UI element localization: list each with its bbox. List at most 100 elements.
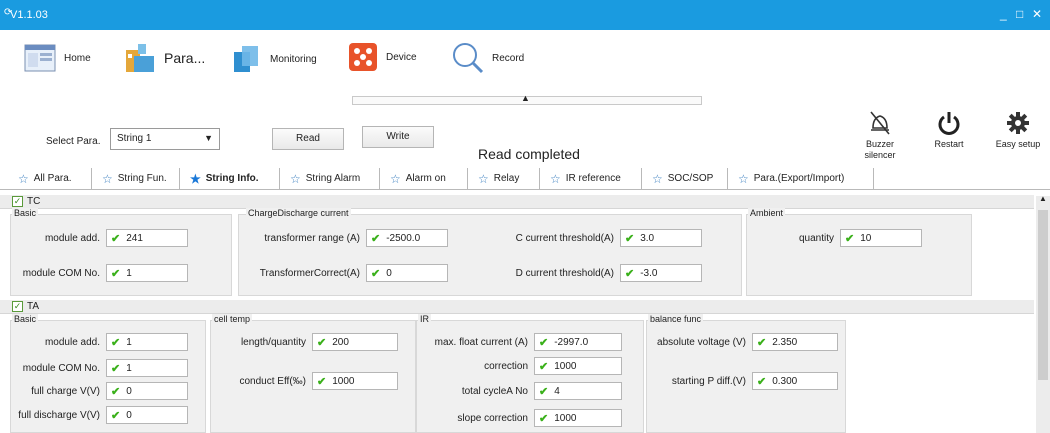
ta-starting-p-field[interactable]: ✔ 0.300	[752, 372, 838, 390]
field-label: slope correction	[457, 412, 528, 424]
tab-ir-reference[interactable]: ☆ IR reference	[540, 168, 642, 190]
ta-cell-temp-title: cell temp	[212, 314, 253, 324]
nav-monitoring-label: Monitoring	[270, 53, 317, 65]
ta-slope-field[interactable]: ✔ 1000	[534, 409, 622, 427]
tc-checkbox[interactable]: ✓	[12, 196, 23, 207]
check-icon: ✔	[317, 336, 327, 349]
tc-c-threshold-field[interactable]: ✔ 3.0	[620, 229, 702, 247]
bell-off-icon	[870, 111, 890, 135]
tab-soc-sop[interactable]: ☆ SOC/SOP	[642, 168, 728, 190]
tab-relay[interactable]: ☆ Relay	[468, 168, 540, 190]
tc-section-header[interactable]: ✓ TC	[0, 195, 1034, 209]
check-icon: ✔	[111, 409, 121, 422]
magnifier-icon	[453, 43, 484, 74]
tab-para-export-import[interactable]: ☆ Para.(Export/Import)	[728, 168, 874, 190]
ta-abs-voltage-field[interactable]: ✔ 2.350	[752, 333, 838, 351]
power-icon	[938, 112, 960, 135]
collapse-arrow-icon: ▲	[521, 93, 530, 103]
minimize-icon[interactable]: _	[1000, 7, 1007, 21]
tc-ambient-panel	[746, 214, 972, 296]
tc-transformer-correct-field[interactable]: ✔ 0	[366, 264, 448, 282]
ta-length-field[interactable]: ✔ 200	[312, 333, 398, 351]
scrollbar-thumb[interactable]	[1038, 210, 1048, 380]
close-icon[interactable]: ✕	[1032, 7, 1042, 21]
tc-basic-title: Basic	[12, 208, 39, 218]
tc-basic-panel	[10, 214, 232, 296]
ta-total-cycle-field[interactable]: ✔ 4	[534, 382, 622, 400]
check-icon: ✔	[845, 232, 855, 245]
tc-module-addr-field[interactable]: ✔ 241	[106, 229, 188, 247]
tc-module-com-field[interactable]: ✔ 1	[106, 264, 188, 282]
ta-conduct-field[interactable]: ✔ 1000	[312, 372, 398, 390]
field-label: total cycleA No	[461, 385, 528, 397]
ta-full-discharge-field[interactable]: ✔ 0	[106, 406, 188, 424]
field-label: C current threshold(A)	[515, 232, 614, 244]
tab-string-info[interactable]: ★ String Info.	[180, 168, 280, 190]
star-icon: ☆	[550, 172, 561, 186]
read-button[interactable]: Read	[272, 128, 344, 150]
check-icon: ✔	[371, 232, 381, 245]
tc-d-threshold-field[interactable]: ✔ -3.0	[620, 264, 702, 282]
nav-home[interactable]: Home	[24, 44, 91, 72]
select-para-label: Select Para.	[46, 136, 101, 147]
easy-setup-button[interactable]: Easy setup	[988, 110, 1048, 149]
star-icon: ☆	[102, 172, 113, 186]
restart-button[interactable]: Restart	[924, 110, 974, 149]
field-value: 1000	[554, 360, 577, 372]
field-label: starting P diff.(V)	[671, 375, 746, 387]
field-label: module COM No.	[22, 362, 100, 374]
check-icon: ✔	[625, 232, 635, 245]
ta-max-float-field[interactable]: ✔ -2997.0	[534, 333, 622, 351]
tc-ambient-title: Ambient	[748, 208, 786, 218]
nav-record[interactable]: Record	[452, 42, 524, 74]
title-bar: ⟳ V1.1.03 _ □ ✕	[0, 0, 1050, 30]
ta-balance-title: balance func	[648, 314, 704, 324]
field-value: 1	[126, 362, 132, 374]
tab-all-para[interactable]: ☆ All Para.	[8, 168, 92, 190]
tab-label: String Alarm	[305, 173, 361, 184]
field-label: full discharge V(V)	[18, 409, 100, 421]
tab-string-alarm[interactable]: ☆ String Alarm	[280, 168, 380, 190]
collapse-bar[interactable]: ▲	[352, 93, 702, 105]
check-icon: ✔	[111, 336, 121, 349]
ta-checkbox[interactable]: ✓	[12, 301, 23, 312]
nav-device[interactable]: Device	[348, 42, 417, 72]
star-icon: ☆	[290, 172, 301, 186]
field-label: module add.	[44, 232, 100, 244]
nav-para[interactable]: Para...	[124, 42, 205, 74]
field-value: 4	[554, 385, 560, 397]
ta-correction-field[interactable]: ✔ 1000	[534, 357, 622, 375]
monitoring-icon	[234, 46, 258, 72]
buzzer-silencer-button[interactable]: Buzzer silencer	[852, 110, 908, 161]
field-value: -2500.0	[386, 232, 421, 244]
scroll-up-icon[interactable]: ▲	[1039, 194, 1047, 203]
check-icon: ✔	[539, 385, 549, 398]
tc-quantity-field[interactable]: ✔ 10	[840, 229, 922, 247]
tc-section-title: TC	[27, 196, 41, 207]
field-value: 1	[126, 267, 132, 279]
ta-full-charge-field[interactable]: ✔ 0	[106, 382, 188, 400]
check-icon: ✔	[539, 412, 549, 425]
tab-label: IR reference	[565, 173, 621, 184]
string-select[interactable]: String 1 ▼	[110, 128, 220, 150]
tc-transformer-range-field[interactable]: ✔ -2500.0	[366, 229, 448, 247]
ta-section-header[interactable]: ✓ TA	[0, 300, 1034, 314]
tab-string-fun[interactable]: ☆ String Fun.	[92, 168, 180, 190]
easy-setup-label: Easy setup	[995, 139, 1041, 149]
ta-module-addr-field[interactable]: ✔ 1	[106, 333, 188, 351]
field-label: correction	[484, 360, 528, 372]
nav-record-label: Record	[492, 52, 525, 64]
tab-bar: ☆ All Para. ☆ String Fun. ★ String Info. ☆ S…	[0, 168, 1050, 190]
restart-label: Restart	[934, 139, 964, 149]
field-value: 200	[332, 336, 349, 348]
maximize-icon[interactable]: □	[1016, 7, 1023, 21]
write-button[interactable]: Write	[362, 126, 434, 148]
tc-charge-title: ChargeDischarge current	[246, 208, 351, 218]
check-icon: ✔	[757, 375, 767, 388]
check-icon: ✔	[539, 336, 549, 349]
nav-monitoring[interactable]: Monitoring	[232, 44, 317, 74]
tab-alarm-on[interactable]: ☆ Alarm on	[380, 168, 468, 190]
check-icon: ✔	[757, 336, 767, 349]
ta-module-com-field[interactable]: ✔ 1	[106, 359, 188, 377]
check-icon: ✔	[111, 267, 121, 280]
